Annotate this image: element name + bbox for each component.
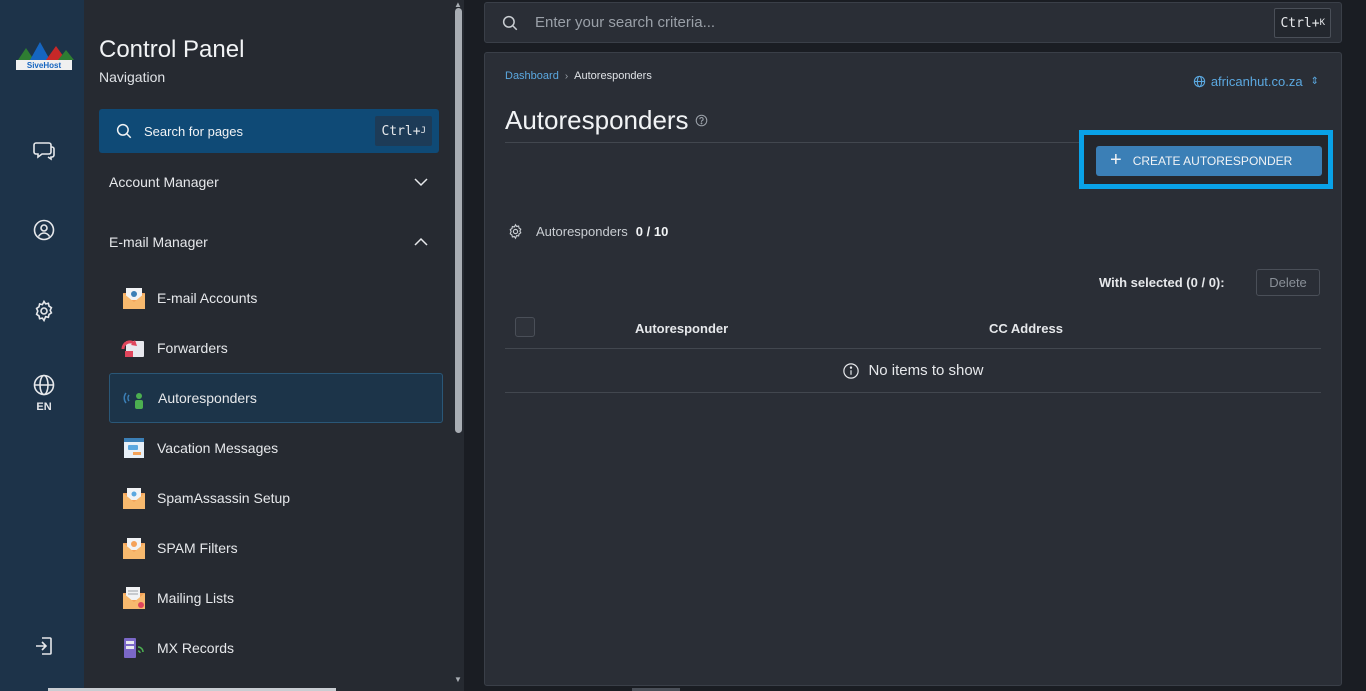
nav-item-spam-filters[interactable]: SPAM Filters bbox=[109, 523, 443, 573]
global-search-input[interactable] bbox=[535, 14, 1235, 31]
forwarders-icon bbox=[121, 340, 144, 357]
chevron-down-icon bbox=[414, 178, 428, 187]
create-autoresponder-button[interactable]: + CREATE AUTORESPONDER bbox=[1096, 146, 1322, 176]
section-email-manager[interactable]: E-mail Manager bbox=[109, 227, 429, 257]
global-search-shortcut: Ctrl+ K bbox=[1274, 8, 1331, 38]
nav-item-autoresponders[interactable]: Autoresponders bbox=[109, 373, 443, 423]
page-title: Autoresponders bbox=[505, 105, 708, 136]
column-cc-address[interactable]: CC Address bbox=[989, 321, 1063, 336]
plus-icon: + bbox=[1110, 148, 1122, 171]
main-content: Dashboard › Autoresponders africanhut.co… bbox=[484, 52, 1342, 686]
logout-icon[interactable] bbox=[22, 626, 66, 666]
spam-filters-icon bbox=[123, 538, 145, 559]
settings-gear-icon bbox=[509, 223, 522, 240]
sivehost-logo[interactable]: SiveHost bbox=[12, 36, 76, 80]
panel-title: Control Panel bbox=[99, 36, 245, 63]
globe-icon bbox=[33, 374, 55, 396]
page-search-shortcut: Ctrl+ J bbox=[375, 116, 432, 146]
panel-subtitle: Navigation bbox=[99, 69, 166, 85]
settings-gear-icon[interactable] bbox=[22, 291, 66, 331]
create-button-highlight: + CREATE AUTORESPONDER bbox=[1079, 130, 1333, 189]
domain-selector[interactable]: africanhut.co.za ⇕ bbox=[1193, 74, 1319, 89]
section-account-manager[interactable]: Account Manager bbox=[109, 167, 429, 197]
vacation-messages-icon bbox=[124, 438, 144, 458]
support-chat-icon[interactable] bbox=[22, 130, 66, 170]
breadcrumb-separator: › bbox=[564, 70, 569, 82]
left-rail: SiveHost EN bbox=[0, 0, 84, 691]
select-all-checkbox[interactable] bbox=[515, 317, 535, 337]
global-search-bar: Ctrl+K bbox=[484, 2, 1342, 43]
chevron-updown-icon: ⇕ bbox=[1310, 76, 1319, 87]
help-icon[interactable] bbox=[695, 114, 708, 127]
nav-scrollbar[interactable] bbox=[455, 8, 462, 433]
with-selected-label: With selected (0 / 0): bbox=[1099, 275, 1225, 290]
table-header: Autoresponder CC Address bbox=[505, 315, 1321, 349]
autoresponders-icon bbox=[123, 392, 143, 409]
language-label: EN bbox=[36, 401, 52, 413]
chevron-up-icon bbox=[414, 237, 428, 246]
spamassassin-icon bbox=[123, 488, 145, 509]
info-icon bbox=[843, 362, 860, 379]
delete-button[interactable]: Delete bbox=[1256, 269, 1320, 296]
breadcrumb-current: Autoresponders bbox=[574, 70, 652, 82]
column-autoresponder[interactable]: Autoresponder bbox=[635, 321, 728, 336]
page-search-button[interactable]: Search for pages Ctrl+ J bbox=[99, 109, 439, 153]
nav-item-forwarders[interactable]: Forwarders bbox=[109, 323, 443, 373]
nav-item-mx-records[interactable]: MX Records bbox=[109, 623, 443, 673]
counter-value: 0 / 10 bbox=[635, 224, 669, 239]
navigation-panel: Control Panel Navigation Search for page… bbox=[84, 0, 464, 691]
page-search-label: Search for pages bbox=[144, 123, 244, 139]
search-icon bbox=[502, 15, 518, 30]
nav-item-email-accounts[interactable]: E-mail Accounts bbox=[109, 273, 443, 323]
search-icon bbox=[116, 123, 132, 139]
user-profile-icon[interactable] bbox=[22, 210, 66, 250]
email-accounts-icon bbox=[123, 288, 145, 309]
nav-item-spamassassin-setup[interactable]: SpamAssassin Setup bbox=[109, 473, 443, 523]
empty-table-message: No items to show bbox=[505, 349, 1321, 393]
svg-text:SiveHost: SiveHost bbox=[27, 61, 62, 70]
nav-item-vacation-messages[interactable]: Vacation Messages bbox=[109, 423, 443, 473]
autoresponder-counter: Autoresponders 0 / 10 bbox=[507, 223, 668, 240]
breadcrumb-dashboard[interactable]: Dashboard bbox=[505, 70, 559, 82]
language-selector[interactable]: EN bbox=[22, 368, 66, 418]
mailing-lists-icon bbox=[123, 587, 145, 609]
breadcrumb: Dashboard › Autoresponders bbox=[505, 70, 652, 82]
mx-records-icon bbox=[124, 638, 144, 658]
globe-icon bbox=[1193, 75, 1206, 88]
nav-item-mailing-lists[interactable]: Mailing Lists bbox=[109, 573, 443, 623]
domain-name: africanhut.co.za bbox=[1210, 74, 1303, 89]
scroll-down-arrow[interactable]: ▼ bbox=[454, 675, 462, 684]
